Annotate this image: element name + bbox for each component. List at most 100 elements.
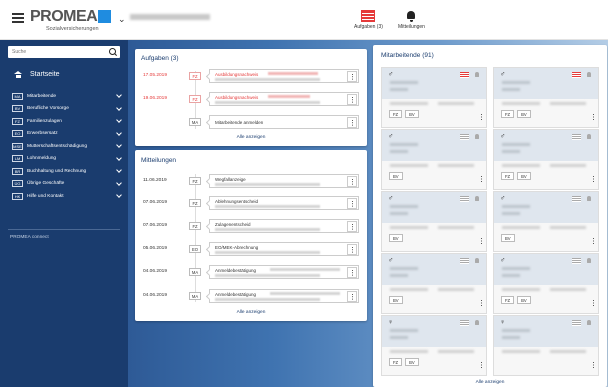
flag-icon[interactable] [572, 134, 581, 140]
company-name-redacted[interactable] [130, 14, 210, 20]
employee-card[interactable]: ♂ BV [381, 253, 487, 314]
employee-card[interactable]: ♀ FZ BV [381, 315, 487, 376]
bell-icon[interactable] [474, 320, 480, 326]
employee-badge[interactable]: BV [517, 296, 531, 304]
more-options-icon[interactable] [347, 291, 357, 302]
search-icon[interactable] [109, 48, 117, 56]
employee-badge[interactable]: FZ [389, 110, 403, 118]
message-item[interactable]: 04.06.2019 MA Anmeldebestätigung [143, 265, 359, 279]
bell-icon[interactable] [474, 196, 480, 202]
message-box[interactable]: EO/MEK-Abrechnung [209, 242, 359, 256]
employees-show-all-link[interactable]: Alle anzeigen [373, 380, 607, 385]
more-options-icon[interactable] [593, 300, 595, 308]
more-options-icon[interactable] [593, 114, 595, 122]
message-item[interactable]: 11.06.2019 FZ Wegfallanzeige [143, 174, 359, 188]
task-box[interactable]: Ausbildungsnachweis [209, 92, 359, 106]
employee-card[interactable]: ♂ BV [381, 191, 487, 252]
company-switcher-chevron-icon[interactable]: ⌄ [118, 14, 126, 25]
bell-icon[interactable] [474, 72, 480, 78]
employee-card[interactable]: ♂ FZ BV [493, 129, 599, 190]
bell-icon[interactable] [474, 258, 480, 264]
employee-badge[interactable]: FZ [501, 110, 515, 118]
sidebar-item-familienzulagen[interactable]: FZ Familienzulagen [12, 115, 122, 128]
notifications-button[interactable]: Mitteilungen [398, 10, 425, 30]
bell-icon[interactable] [474, 134, 480, 140]
flag-icon[interactable] [572, 72, 581, 78]
messages-show-all-link[interactable]: Alle anzeigen [135, 310, 367, 315]
more-options-icon[interactable] [481, 300, 483, 308]
promea-logo[interactable]: PROMEA Sozialversicherungen [30, 9, 112, 32]
flag-icon[interactable] [572, 196, 581, 202]
sidebar-item-buchhaltung[interactable]: BR Buchhaltung und Rechnung [12, 165, 122, 178]
tasks-show-all-link[interactable]: Alle anzeigen [135, 135, 367, 140]
task-item[interactable]: MA Mitarbeitende anmelden [143, 115, 359, 129]
task-item[interactable]: 19.06.2019 FZ Ausbildungsnachweis [143, 92, 359, 106]
message-box[interactable]: Wegfallanzeige [209, 174, 359, 188]
task-box[interactable]: Ausbildungsnachweis [209, 69, 359, 83]
employee-card[interactable]: ♀ [493, 315, 599, 376]
sidebar-item-berufliche-vorsorge[interactable]: BV Berufliche Vorsorge [12, 103, 122, 116]
more-options-icon[interactable] [593, 362, 595, 370]
bell-icon[interactable] [586, 72, 592, 78]
more-options-icon[interactable] [347, 244, 357, 255]
flag-icon[interactable] [572, 258, 581, 264]
employee-badge[interactable]: BV [405, 110, 419, 118]
flag-icon[interactable] [460, 196, 469, 202]
flag-icon[interactable] [460, 72, 469, 78]
sidebar-item-lohnmeldung[interactable]: LM Lohnmeldung [12, 153, 122, 166]
message-box[interactable]: Zulagenentscheid [209, 219, 359, 233]
more-options-icon[interactable] [347, 176, 357, 187]
more-options-icon[interactable] [347, 221, 357, 232]
hamburger-menu-icon[interactable] [12, 13, 24, 23]
more-options-icon[interactable] [347, 198, 357, 209]
bell-icon[interactable] [586, 134, 592, 140]
employee-badge[interactable]: FZ [501, 172, 515, 180]
flag-icon[interactable] [460, 258, 469, 264]
search-input[interactable] [8, 46, 100, 58]
task-box[interactable]: Mitarbeitende anmelden [209, 115, 359, 129]
more-options-icon[interactable] [347, 117, 357, 128]
more-options-icon[interactable] [481, 176, 483, 184]
employee-badge[interactable]: BV [389, 234, 403, 242]
employee-badge[interactable]: BV [405, 358, 419, 366]
employee-card[interactable]: ♂ FZ BV [493, 253, 599, 314]
message-box[interactable]: Anmeldebestätigung [209, 289, 359, 303]
sidebar-item-uebrige-geschaefte[interactable]: ÜG Übrige Geschäfte [12, 178, 122, 191]
employee-badge[interactable]: BV [517, 172, 531, 180]
sidebar-item-home[interactable]: Startseite [14, 71, 60, 78]
task-item[interactable]: 17.05.2019 FZ Ausbildungsnachweis [143, 69, 359, 83]
employee-badge[interactable]: BV [517, 110, 531, 118]
message-item[interactable]: 07.06.2019 FZ Zulagenentscheid [143, 219, 359, 233]
sidebar-item-hilfe-kontakt[interactable]: HK Hilfe und Kontakt [12, 190, 122, 203]
more-options-icon[interactable] [347, 267, 357, 278]
more-options-icon[interactable] [481, 114, 483, 122]
more-options-icon[interactable] [347, 71, 357, 82]
employee-card[interactable]: ♂ FZ BV [493, 67, 599, 128]
employee-badge[interactable]: FZ [389, 358, 403, 366]
employee-badge[interactable]: BV [389, 172, 403, 180]
more-options-icon[interactable] [481, 238, 483, 246]
flag-icon[interactable] [460, 134, 469, 140]
flag-icon[interactable] [572, 320, 581, 326]
employee-card[interactable]: ♂ FZ BV [381, 67, 487, 128]
message-item[interactable]: 07.06.2019 FZ Ablehnungsentscheid [143, 196, 359, 210]
sidebar-item-mitarbeitende[interactable]: MA Mitarbeitende [12, 90, 122, 103]
bell-icon[interactable] [586, 320, 592, 326]
employee-badge[interactable]: BV [389, 296, 403, 304]
employee-card[interactable]: ♂ BV [381, 129, 487, 190]
more-options-icon[interactable] [593, 238, 595, 246]
tasks-button[interactable]: Aufgaben (3) [354, 10, 383, 30]
sidebar-item-erwerbsersatz[interactable]: EO Erwerbsersatz [12, 128, 122, 141]
bell-icon[interactable] [586, 196, 592, 202]
message-item[interactable]: 04.06.2019 MA Anmeldebestätigung [143, 289, 359, 303]
message-item[interactable]: 05.06.2019 EO EO/MEK-Abrechnung [143, 242, 359, 256]
message-box[interactable]: Anmeldebestätigung [209, 265, 359, 279]
more-options-icon[interactable] [481, 362, 483, 370]
flag-icon[interactable] [460, 320, 469, 326]
more-options-icon[interactable] [347, 94, 357, 105]
employee-badge[interactable]: BV [501, 234, 515, 242]
promea-connect-link[interactable]: PROMEA connect [10, 235, 49, 240]
message-box[interactable]: Ablehnungsentscheid [209, 196, 359, 210]
employee-badge[interactable]: FZ [501, 296, 515, 304]
employee-card[interactable]: ♂ BV [493, 191, 599, 252]
